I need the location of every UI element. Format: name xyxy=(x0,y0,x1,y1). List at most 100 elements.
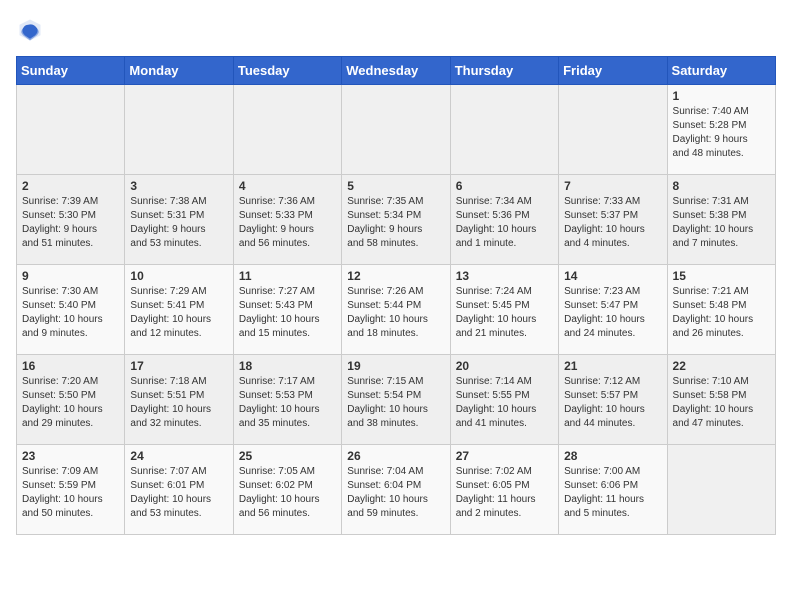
calendar-cell: 5 Sunrise: 7:35 AM Sunset: 5:34 PM Daylig… xyxy=(342,175,450,265)
day-info: Sunrise: 7:39 AM Sunset: 5:30 PM Dayligh… xyxy=(22,195,119,251)
calendar-cell: 7Sunrise: 7:33 AM Sunset: 5:37 PM Daylig… xyxy=(559,175,667,265)
day-info: Sunrise: 7:12 AM Sunset: 5:57 PM Dayligh… xyxy=(564,375,661,431)
day-number: 3 xyxy=(130,179,227,193)
calendar-cell: 13 Sunrise: 7:24 AM Sunset: 5:45 PM Dayli… xyxy=(450,265,558,355)
calendar-week-row: 16Sunrise: 7:20 AM Sunset: 5:50 PM Dayli… xyxy=(17,355,776,445)
weekday-header-wednesday: Wednesday xyxy=(342,57,450,85)
calendar-week-row: 9 Sunrise: 7:30 AM Sunset: 5:40 PM Daylig… xyxy=(17,265,776,355)
day-number: 27 xyxy=(456,449,553,463)
calendar-cell: 8 Sunrise: 7:31 AM Sunset: 5:38 PM Daylig… xyxy=(667,175,775,265)
day-number: 17 xyxy=(130,359,227,373)
day-info: Sunrise: 7:15 AM Sunset: 5:54 PM Dayligh… xyxy=(347,375,444,431)
day-info: Sunrise: 7:21 AM Sunset: 5:48 PM Dayligh… xyxy=(673,285,770,341)
day-info: Sunrise: 7:09 AM Sunset: 5:59 PM Dayligh… xyxy=(22,465,119,521)
day-info: Sunrise: 7:04 AM Sunset: 6:04 PM Dayligh… xyxy=(347,465,444,521)
day-info: Sunrise: 7:34 AM Sunset: 5:36 PM Dayligh… xyxy=(456,195,553,251)
day-info: Sunrise: 7:26 AM Sunset: 5:44 PM Dayligh… xyxy=(347,285,444,341)
day-number: 11 xyxy=(239,269,336,283)
calendar-cell: 23 Sunrise: 7:09 AM Sunset: 5:59 PM Dayli… xyxy=(17,445,125,535)
day-number: 28 xyxy=(564,449,661,463)
weekday-header-monday: Monday xyxy=(125,57,233,85)
day-number: 21 xyxy=(564,359,661,373)
calendar-cell: 21 Sunrise: 7:12 AM Sunset: 5:57 PM Dayli… xyxy=(559,355,667,445)
day-number: 4 xyxy=(239,179,336,193)
day-info: Sunrise: 7:18 AM Sunset: 5:51 PM Dayligh… xyxy=(130,375,227,431)
calendar-cell: 3 Sunrise: 7:38 AM Sunset: 5:31 PM Daylig… xyxy=(125,175,233,265)
calendar-cell: 11 Sunrise: 7:27 AM Sunset: 5:43 PM Dayli… xyxy=(233,265,341,355)
calendar-week-row: 23 Sunrise: 7:09 AM Sunset: 5:59 PM Dayli… xyxy=(17,445,776,535)
calendar-cell: 14 Sunrise: 7:23 AM Sunset: 5:47 PM Dayli… xyxy=(559,265,667,355)
calendar-cell: 15Sunrise: 7:21 AM Sunset: 5:48 PM Dayli… xyxy=(667,265,775,355)
calendar-body: 1 Sunrise: 7:40 AM Sunset: 5:28 PM Daylig… xyxy=(17,85,776,535)
day-info: Sunrise: 7:40 AM Sunset: 5:28 PM Dayligh… xyxy=(673,105,770,161)
day-number: 14 xyxy=(564,269,661,283)
calendar-cell: 18 Sunrise: 7:17 AM Sunset: 5:53 PM Dayli… xyxy=(233,355,341,445)
day-info: Sunrise: 7:00 AM Sunset: 6:06 PM Dayligh… xyxy=(564,465,661,521)
calendar-cell: 25 Sunrise: 7:05 AM Sunset: 6:02 PM Dayli… xyxy=(233,445,341,535)
logo xyxy=(16,16,48,44)
calendar-cell: 28 Sunrise: 7:00 AM Sunset: 6:06 PM Dayli… xyxy=(559,445,667,535)
calendar-cell: 2 Sunrise: 7:39 AM Sunset: 5:30 PM Daylig… xyxy=(17,175,125,265)
calendar-cell xyxy=(342,85,450,175)
calendar-cell xyxy=(17,85,125,175)
day-info: Sunrise: 7:31 AM Sunset: 5:38 PM Dayligh… xyxy=(673,195,770,251)
day-info: Sunrise: 7:14 AM Sunset: 5:55 PM Dayligh… xyxy=(456,375,553,431)
calendar-cell: 22 Sunrise: 7:10 AM Sunset: 5:58 PM Dayli… xyxy=(667,355,775,445)
calendar-cell: 9 Sunrise: 7:30 AM Sunset: 5:40 PM Daylig… xyxy=(17,265,125,355)
day-number: 12 xyxy=(347,269,444,283)
day-number: 9 xyxy=(22,269,119,283)
day-info: Sunrise: 7:29 AM Sunset: 5:41 PM Dayligh… xyxy=(130,285,227,341)
day-number: 10 xyxy=(130,269,227,283)
calendar-cell: 27Sunrise: 7:02 AM Sunset: 6:05 PM Dayli… xyxy=(450,445,558,535)
calendar-cell: 26 Sunrise: 7:04 AM Sunset: 6:04 PM Dayli… xyxy=(342,445,450,535)
calendar-cell xyxy=(559,85,667,175)
calendar-cell: 24 Sunrise: 7:07 AM Sunset: 6:01 PM Dayli… xyxy=(125,445,233,535)
day-info: Sunrise: 7:24 AM Sunset: 5:45 PM Dayligh… xyxy=(456,285,553,341)
weekday-header-thursday: Thursday xyxy=(450,57,558,85)
day-info: Sunrise: 7:10 AM Sunset: 5:58 PM Dayligh… xyxy=(673,375,770,431)
day-number: 8 xyxy=(673,179,770,193)
calendar-cell: 1 Sunrise: 7:40 AM Sunset: 5:28 PM Daylig… xyxy=(667,85,775,175)
calendar-table: SundayMondayTuesdayWednesdayThursdayFrid… xyxy=(16,56,776,535)
day-number: 6 xyxy=(456,179,553,193)
calendar-cell: 12 Sunrise: 7:26 AM Sunset: 5:44 PM Dayli… xyxy=(342,265,450,355)
day-info: Sunrise: 7:27 AM Sunset: 5:43 PM Dayligh… xyxy=(239,285,336,341)
day-number: 5 xyxy=(347,179,444,193)
page-header xyxy=(16,16,776,44)
calendar-cell xyxy=(125,85,233,175)
day-info: Sunrise: 7:07 AM Sunset: 6:01 PM Dayligh… xyxy=(130,465,227,521)
calendar-cell: 10 Sunrise: 7:29 AM Sunset: 5:41 PM Dayli… xyxy=(125,265,233,355)
day-number: 2 xyxy=(22,179,119,193)
day-number: 22 xyxy=(673,359,770,373)
day-info: Sunrise: 7:23 AM Sunset: 5:47 PM Dayligh… xyxy=(564,285,661,341)
day-number: 23 xyxy=(22,449,119,463)
day-info: Sunrise: 7:38 AM Sunset: 5:31 PM Dayligh… xyxy=(130,195,227,251)
day-number: 16 xyxy=(22,359,119,373)
calendar-cell xyxy=(667,445,775,535)
calendar-cell: 20 Sunrise: 7:14 AM Sunset: 5:55 PM Dayli… xyxy=(450,355,558,445)
calendar-cell: 6 Sunrise: 7:34 AM Sunset: 5:36 PM Daylig… xyxy=(450,175,558,265)
day-number: 20 xyxy=(456,359,553,373)
day-number: 18 xyxy=(239,359,336,373)
day-info: Sunrise: 7:17 AM Sunset: 5:53 PM Dayligh… xyxy=(239,375,336,431)
weekday-header-row: SundayMondayTuesdayWednesdayThursdayFrid… xyxy=(17,57,776,85)
day-number: 25 xyxy=(239,449,336,463)
day-number: 13 xyxy=(456,269,553,283)
calendar-cell: 4Sunrise: 7:36 AM Sunset: 5:33 PM Daylig… xyxy=(233,175,341,265)
weekday-header-friday: Friday xyxy=(559,57,667,85)
day-number: 26 xyxy=(347,449,444,463)
logo-icon xyxy=(16,16,44,44)
calendar-cell: 17 Sunrise: 7:18 AM Sunset: 5:51 PM Dayli… xyxy=(125,355,233,445)
day-info: Sunrise: 7:30 AM Sunset: 5:40 PM Dayligh… xyxy=(22,285,119,341)
calendar-header: SundayMondayTuesdayWednesdayThursdayFrid… xyxy=(17,57,776,85)
day-info: Sunrise: 7:35 AM Sunset: 5:34 PM Dayligh… xyxy=(347,195,444,251)
calendar-cell xyxy=(233,85,341,175)
calendar-week-row: 1 Sunrise: 7:40 AM Sunset: 5:28 PM Daylig… xyxy=(17,85,776,175)
weekday-header-saturday: Saturday xyxy=(667,57,775,85)
weekday-header-tuesday: Tuesday xyxy=(233,57,341,85)
day-info: Sunrise: 7:05 AM Sunset: 6:02 PM Dayligh… xyxy=(239,465,336,521)
day-number: 1 xyxy=(673,89,770,103)
calendar-week-row: 2 Sunrise: 7:39 AM Sunset: 5:30 PM Daylig… xyxy=(17,175,776,265)
day-number: 24 xyxy=(130,449,227,463)
calendar-cell xyxy=(450,85,558,175)
